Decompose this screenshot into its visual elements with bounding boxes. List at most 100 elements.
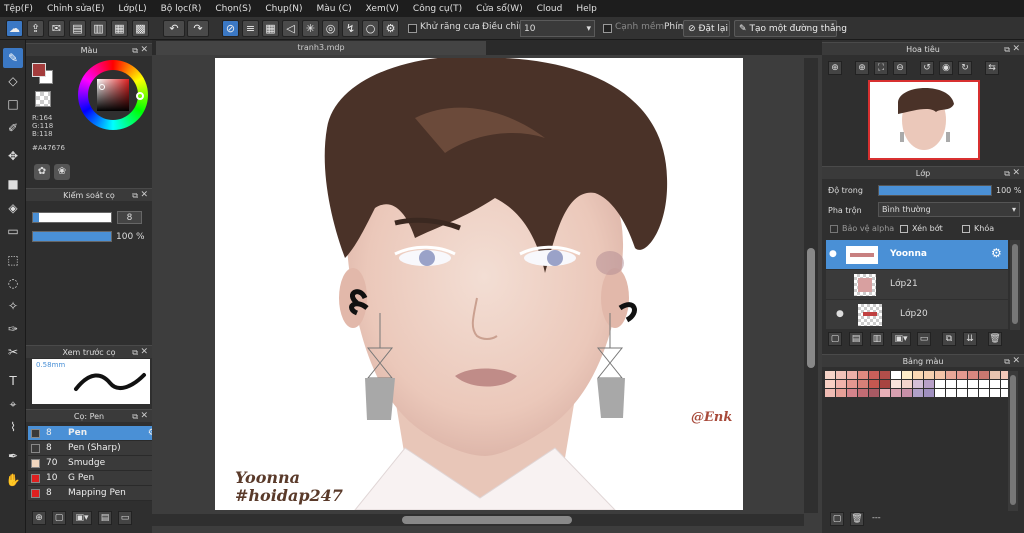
layer-row[interactable]: Lớp21 (826, 270, 1008, 299)
palette-swatch[interactable] (957, 371, 967, 379)
brush-opacity-slider[interactable] (32, 231, 112, 242)
brush-item[interactable]: 70 Smudge (28, 456, 159, 471)
palette-swatch[interactable] (935, 380, 945, 388)
eye-icon[interactable]: ● (836, 309, 844, 319)
palette-swatch[interactable] (891, 371, 901, 379)
reset-button[interactable]: ⊘ Đặt lại (683, 20, 730, 37)
new-brush-icon[interactable]: ▢ (52, 511, 66, 525)
menu-edit[interactable]: Chỉnh sửa(E) (47, 4, 104, 14)
add-brush-icon[interactable]: ⊕ (32, 511, 46, 525)
adjust-select[interactable]: 10 ▾ (520, 20, 595, 37)
menu-select[interactable]: Chọn(S) (215, 4, 251, 14)
palette-swatch[interactable] (935, 371, 945, 379)
palette-swatch[interactable] (946, 380, 956, 388)
popout-icon[interactable]: ⧉ (1004, 355, 1010, 368)
zoom-in-icon[interactable]: ⊕ (855, 61, 869, 75)
palette-swatch[interactable] (902, 389, 912, 397)
palette-swatch[interactable] (935, 389, 945, 397)
palette-swatch[interactable] (847, 389, 857, 397)
chat-icon[interactable]: ✉ (48, 20, 65, 37)
layer-list-scrollbar[interactable] (1010, 240, 1020, 330)
export-icon[interactable]: ▦ (111, 20, 128, 37)
protect-alpha-checkbox[interactable] (830, 225, 838, 233)
snap-circle-icon[interactable]: ◎ (322, 20, 339, 37)
snap-curve-icon[interactable]: ↯ (342, 20, 359, 37)
palette-swatch[interactable] (880, 389, 890, 397)
undo-icon[interactable]: ↶ (163, 20, 185, 37)
palette-swatch[interactable] (869, 380, 879, 388)
text-tool-icon[interactable]: T (3, 371, 23, 391)
delete-layer-icon[interactable]: 🗑 (988, 332, 1002, 346)
popout-icon[interactable]: ⧉ (132, 44, 138, 57)
close-icon[interactable]: ✕ (140, 44, 148, 57)
gradient-tool-icon[interactable]: ▭ (3, 221, 23, 241)
transparent-color-swatch[interactable] (35, 91, 51, 107)
menu-view[interactable]: Xem(V) (366, 4, 399, 14)
popout-icon[interactable]: ⧉ (132, 189, 138, 202)
palette-swatch[interactable] (869, 371, 879, 379)
gear-icon[interactable]: ⚙ (991, 246, 1002, 260)
palette-swatch[interactable] (847, 371, 857, 379)
bucket-tool-icon[interactable]: ◈ (3, 198, 23, 218)
palette-swatch[interactable] (858, 371, 868, 379)
eraser-tool-icon[interactable]: ◇ (3, 71, 23, 91)
menu-color[interactable]: Màu (C) (317, 4, 352, 14)
palette-swatch[interactable] (847, 380, 857, 388)
snap-perspective-icon[interactable]: ◁ (282, 20, 299, 37)
draw-tool-icon[interactable]: ✐ (3, 118, 23, 138)
palette-swatch[interactable] (858, 380, 868, 388)
zoom-out-icon[interactable]: ⊖ (893, 61, 907, 75)
brush-size-slider[interactable] (32, 212, 112, 223)
menu-window[interactable]: Cửa sổ(W) (476, 4, 522, 14)
duplicate-layer-icon[interactable]: ⧉ (942, 332, 956, 346)
hand-tool-icon[interactable]: ✋ (3, 470, 23, 490)
popout-icon[interactable]: ⧉ (1004, 43, 1010, 56)
add-color-icon[interactable]: ▢ (830, 512, 844, 526)
palette-swatch[interactable] (858, 389, 868, 397)
rotate-left-icon[interactable]: ↺ (920, 61, 934, 75)
menu-filter[interactable]: Bộ lọc(R) (161, 4, 202, 14)
menu-tools[interactable]: Công cụ(T) (413, 4, 462, 14)
brush-tool-icon[interactable]: ✎ (3, 48, 23, 68)
color-wheel[interactable] (78, 60, 148, 130)
palette-swatch[interactable] (880, 380, 890, 388)
hue-marker[interactable] (136, 92, 144, 100)
snap-settings-icon[interactable]: ⚙ (382, 20, 399, 37)
close-icon[interactable]: ✕ (1012, 355, 1020, 368)
palette-swatch[interactable] (946, 389, 956, 397)
new-layer-icon[interactable]: ▢ (828, 332, 842, 346)
brush-item[interactable]: 8 Pen (Sharp) (28, 441, 159, 456)
document-tab[interactable]: tranh3.mdp (156, 41, 486, 55)
select-tool-icon[interactable]: □ (3, 94, 23, 114)
brush-item[interactable]: 8 Pen ⚙ (28, 426, 159, 441)
create-line-button[interactable]: ✎ Tạo một đường thẳng (734, 20, 847, 37)
operation-tool-icon[interactable]: ⌖ (3, 394, 23, 414)
palette-swatches[interactable] (825, 371, 1011, 397)
snap-off-icon[interactable]: ⊘ (222, 20, 239, 37)
blend-mode-select[interactable]: Bình thường ▾ (878, 202, 1020, 217)
brush-item[interactable]: 8 Mapping Pen (28, 486, 159, 501)
menu-cloud[interactable]: Cloud (537, 4, 563, 14)
cloud-icon[interactable]: ☁ (6, 20, 23, 37)
palette-swatch[interactable] (979, 380, 989, 388)
menu-help[interactable]: Help (576, 4, 597, 14)
palette-swatch[interactable] (902, 371, 912, 379)
palette-swatch[interactable] (880, 371, 890, 379)
palette-swatch[interactable] (836, 389, 846, 397)
close-icon[interactable]: ✕ (1012, 167, 1020, 180)
foreground-color-swatch[interactable] (32, 63, 46, 77)
brush-settings-icon[interactable]: ▤ (98, 511, 112, 525)
layer-menu-icon[interactable]: ▣▾ (891, 332, 911, 346)
palette-swatch[interactable] (946, 371, 956, 379)
share-icon[interactable]: ⇪ (27, 20, 44, 37)
merge-layer-icon[interactable]: ⇊ (963, 332, 977, 346)
palette-swatch[interactable] (968, 389, 978, 397)
zoom-in-icon[interactable]: ⊕ (828, 61, 842, 75)
popout-icon[interactable]: ⧉ (1004, 167, 1010, 180)
move-tool-icon[interactable]: ✥ (3, 146, 23, 166)
layer-row[interactable]: ● Yoonna ⚙ (826, 240, 1008, 269)
palette-swatch[interactable] (902, 380, 912, 388)
palette-swatch[interactable] (990, 380, 1000, 388)
brush-size-value[interactable]: 8 (117, 211, 142, 224)
palette-swatch[interactable] (836, 371, 846, 379)
